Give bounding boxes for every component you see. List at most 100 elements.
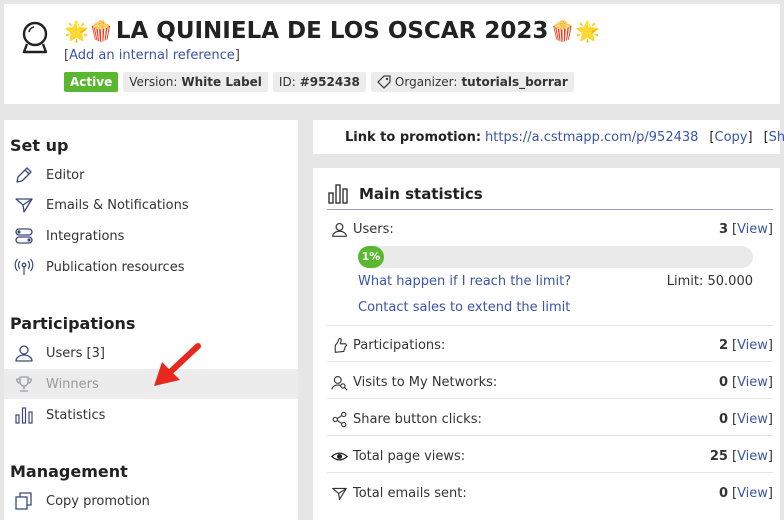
stat-label: Users: <box>353 221 394 237</box>
view-wrapper: [View] <box>731 448 773 464</box>
divider <box>327 472 773 473</box>
add-internal-reference-link[interactable]: Add an internal reference <box>69 48 235 63</box>
view-wrapper: [View] <box>731 221 773 237</box>
setup-section-title: Set up <box>10 136 69 155</box>
users-limit-text: Limit: 50.000 <box>666 274 753 289</box>
contact-sales-link[interactable]: Contact sales to extend the limit <box>358 300 570 315</box>
limit-info-link[interactable]: What happen if I reach the limit? <box>358 274 571 289</box>
stat-label: Share button clicks: <box>353 411 482 427</box>
red-arrow-annotation <box>154 343 201 386</box>
pencil-icon <box>16 167 32 183</box>
sidebar-item-integrations[interactable]: Integrations <box>4 221 298 251</box>
id-value: #952438 <box>299 75 360 89</box>
stat-label: Participations: <box>353 337 446 353</box>
progress-fill: 1% <box>358 246 384 268</box>
icon-wrap <box>327 484 353 502</box>
divider <box>327 325 773 326</box>
sidebar-item-label: Emails & Notifications <box>46 197 189 213</box>
users-limit-progress-bar: 1% <box>358 246 753 268</box>
title-text: LA QUINIELA DE LOS OSCAR 2023 <box>115 18 549 44</box>
promotion-link-label: Link to promotion: <box>345 129 482 145</box>
sidebar-item-label: Publication resources <box>46 259 185 275</box>
stat-label: Total emails sent: <box>353 485 467 501</box>
sidebar-item-statistics[interactable]: Statistics <box>4 400 298 430</box>
copy-wrapper: [Copy] <box>709 129 753 145</box>
bar-chart-icon <box>15 407 33 424</box>
sidebar-item-publication-resources[interactable]: Publication resources <box>4 252 298 282</box>
view-visits-link[interactable]: View <box>737 375 768 390</box>
view-wrapper: [View] <box>731 337 773 353</box>
version-value: White Label <box>181 75 262 89</box>
hand-icon <box>334 337 347 353</box>
title-emoji-right: 🍿🌟 <box>550 19 601 43</box>
stat-value: 3 <box>718 221 728 237</box>
crystal-ball-icon <box>22 21 48 54</box>
icon-wrap <box>327 447 353 465</box>
icon-wrap <box>327 373 353 391</box>
bar-chart-icon <box>328 183 348 204</box>
page-title: 🌟🍿 LA QUINIELA DE LOS OSCAR 2023 🍿🌟 <box>64 18 600 44</box>
title-emoji-left: 🌟🍿 <box>64 19 114 43</box>
promotion-url-link[interactable]: https://a.cstmapp.com/p/952438 <box>485 130 698 145</box>
icon-wrap <box>327 410 353 428</box>
sidebar-item-editor[interactable]: Editor <box>4 160 298 190</box>
internal-reference: [Add an internal reference] <box>64 48 240 63</box>
divider <box>327 398 773 399</box>
promotion-header: 🌟🍿 LA QUINIELA DE LOS OSCAR 2023 🍿🌟 [Add… <box>4 4 780 104</box>
divider <box>327 361 773 362</box>
share-link-button[interactable]: Share <box>769 130 784 145</box>
version-label: Version: <box>129 75 178 89</box>
stat-value: 2 <box>718 337 728 353</box>
view-emails-link[interactable]: View <box>737 486 768 501</box>
sidebar-item-copy-promotion[interactable]: Copy promotion <box>4 486 298 516</box>
sidebar-item-emails[interactable]: Emails & Notifications <box>4 190 298 220</box>
stat-row-emails-sent: Total emails sent: 0 [View] <box>327 484 773 502</box>
stat-label: Total page views: <box>353 448 466 464</box>
organizer-value: tutorials_borrar <box>461 75 568 89</box>
participations-section-title: Participations <box>10 314 136 333</box>
view-wrapper: [View] <box>731 485 773 501</box>
stat-value: 25 <box>709 448 728 464</box>
eye-icon <box>331 452 348 460</box>
view-wrapper: [View] <box>731 411 773 427</box>
send-icon <box>332 487 347 500</box>
main-statistics-panel: Main statistics Users: 3 [View] 1% What … <box>313 168 780 520</box>
sidebar-item-label: Editor <box>46 167 85 183</box>
view-participations-link[interactable]: View <box>737 338 768 353</box>
stat-row-visits: Visits to My Networks: 0 [View] <box>327 373 773 391</box>
trophy-icon <box>16 376 32 392</box>
tag-icon <box>377 75 391 89</box>
stat-row-page-views: Total page views: 25 [View] <box>327 447 773 465</box>
icon-wrap <box>327 220 353 238</box>
sidebar: Set up Editor Emails & Notifications Int… <box>4 120 298 520</box>
copy-icon <box>15 492 32 510</box>
share-wrapper: [Share] <box>764 130 784 145</box>
copy-link-button[interactable]: Copy <box>715 130 748 145</box>
organizer-label: Organizer: <box>394 75 458 89</box>
main-statistics-header: Main statistics <box>327 178 773 210</box>
view-wrapper: [View] <box>731 374 773 390</box>
share-icon <box>332 411 347 427</box>
icon-wrap <box>327 336 353 354</box>
view-page-views-link[interactable]: View <box>737 449 768 464</box>
status-badge: Active <box>64 72 119 92</box>
id-label: ID: <box>278 75 296 89</box>
divider <box>327 435 773 436</box>
sidebar-item-label: Copy promotion <box>46 493 150 509</box>
toggles-icon <box>15 228 33 244</box>
stat-value: 0 <box>718 485 728 501</box>
management-section-title: Management <box>10 462 128 481</box>
sidebar-item-label: Statistics <box>46 407 106 423</box>
user-icon <box>332 222 347 237</box>
broadcast-icon <box>14 258 34 275</box>
view-share-clicks-link[interactable]: View <box>737 412 768 427</box>
main-statistics-title: Main statistics <box>359 184 483 203</box>
view-users-link[interactable]: View <box>737 222 768 237</box>
sidebar-item-label: Winners <box>46 376 99 392</box>
stat-row-share-clicks: Share button clicks: 0 [View] <box>327 410 773 428</box>
sidebar-item-label: Users [3] <box>46 345 105 361</box>
stat-label: Visits to My Networks: <box>353 374 498 390</box>
sidebar-item-label: Integrations <box>46 228 125 244</box>
version-badge: Version: White Label <box>123 72 268 92</box>
badge-row: Active Version: White Label ID: #952438 … <box>64 72 574 92</box>
